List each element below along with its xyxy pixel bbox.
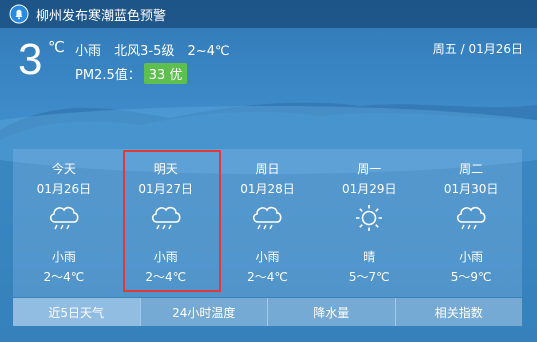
day-range: 5～7℃	[348, 270, 390, 284]
sun-icon	[356, 205, 383, 231]
day-date: 01月26日	[36, 182, 92, 196]
rain-cloud-icon	[49, 206, 79, 230]
pm25-label: PM2.5值：	[75, 68, 141, 83]
day-date: 01月29日	[342, 182, 397, 196]
forecast-tabs: 近5日天气 24小时温度 降水量 相关指数	[13, 298, 522, 326]
alert-bar[interactable]: 柳州发布寒潮蓝色预警	[0, 0, 537, 28]
pm25-line: PM2.5值： 33 优	[75, 63, 188, 84]
temperature-unit: ℃	[48, 38, 65, 56]
current-wind: 北风3-5级	[114, 44, 175, 59]
day-name: 周一	[357, 162, 382, 176]
tab-24h-temperature[interactable]: 24小时温度	[139, 298, 267, 326]
current-condition-line: 小雨 北风3-5级 2~4℃	[75, 40, 239, 59]
forecast-day[interactable]: 周二 01月30日 小雨 5～9℃	[420, 149, 522, 297]
selected-day-highlight	[123, 150, 221, 292]
forecast-panel: 今天 01月26日 小雨 2～4℃ 明天 01月27日 小雨 2～4℃ 周日 0…	[13, 149, 522, 297]
day-range: 2～4℃	[247, 270, 288, 284]
alert-text[interactable]: 柳州发布寒潮蓝色预警	[36, 5, 166, 24]
day-condition: 晴	[363, 250, 376, 264]
forecast-day[interactable]: 周一 01月29日 晴 5～7℃	[318, 149, 420, 297]
current-range: 2~4℃	[187, 44, 230, 59]
day-condition: 小雨	[459, 250, 484, 264]
day-range: 5～9℃	[450, 270, 492, 284]
day-name: 今天	[51, 162, 76, 176]
forecast-day[interactable]: 今天 01月26日 小雨 2～4℃	[13, 149, 115, 297]
forecast-day[interactable]: 周日 01月28日 小雨 2～4℃	[217, 149, 319, 297]
day-condition: 小雨	[51, 250, 76, 264]
day-name: 周二	[459, 162, 484, 176]
tab-precipitation[interactable]: 降水量	[267, 298, 395, 326]
current-date: 周五 / 01月26日	[432, 42, 523, 56]
day-date: 01月28日	[240, 182, 295, 196]
day-range: 2～4℃	[43, 270, 85, 284]
aqi-badge: 33 优	[143, 63, 188, 84]
tab-related-index[interactable]: 相关指数	[394, 298, 522, 326]
tab-5-day-weather[interactable]: 近5日天气	[13, 298, 140, 326]
day-condition: 小雨	[255, 250, 280, 264]
day-name: 周日	[255, 162, 280, 176]
current-temperature: 3	[18, 35, 43, 84]
bell-icon	[9, 4, 29, 24]
rain-cloud-icon	[457, 206, 486, 230]
day-date: 01月30日	[443, 182, 499, 196]
current-condition: 小雨	[75, 44, 102, 59]
rain-cloud-icon	[253, 206, 283, 230]
